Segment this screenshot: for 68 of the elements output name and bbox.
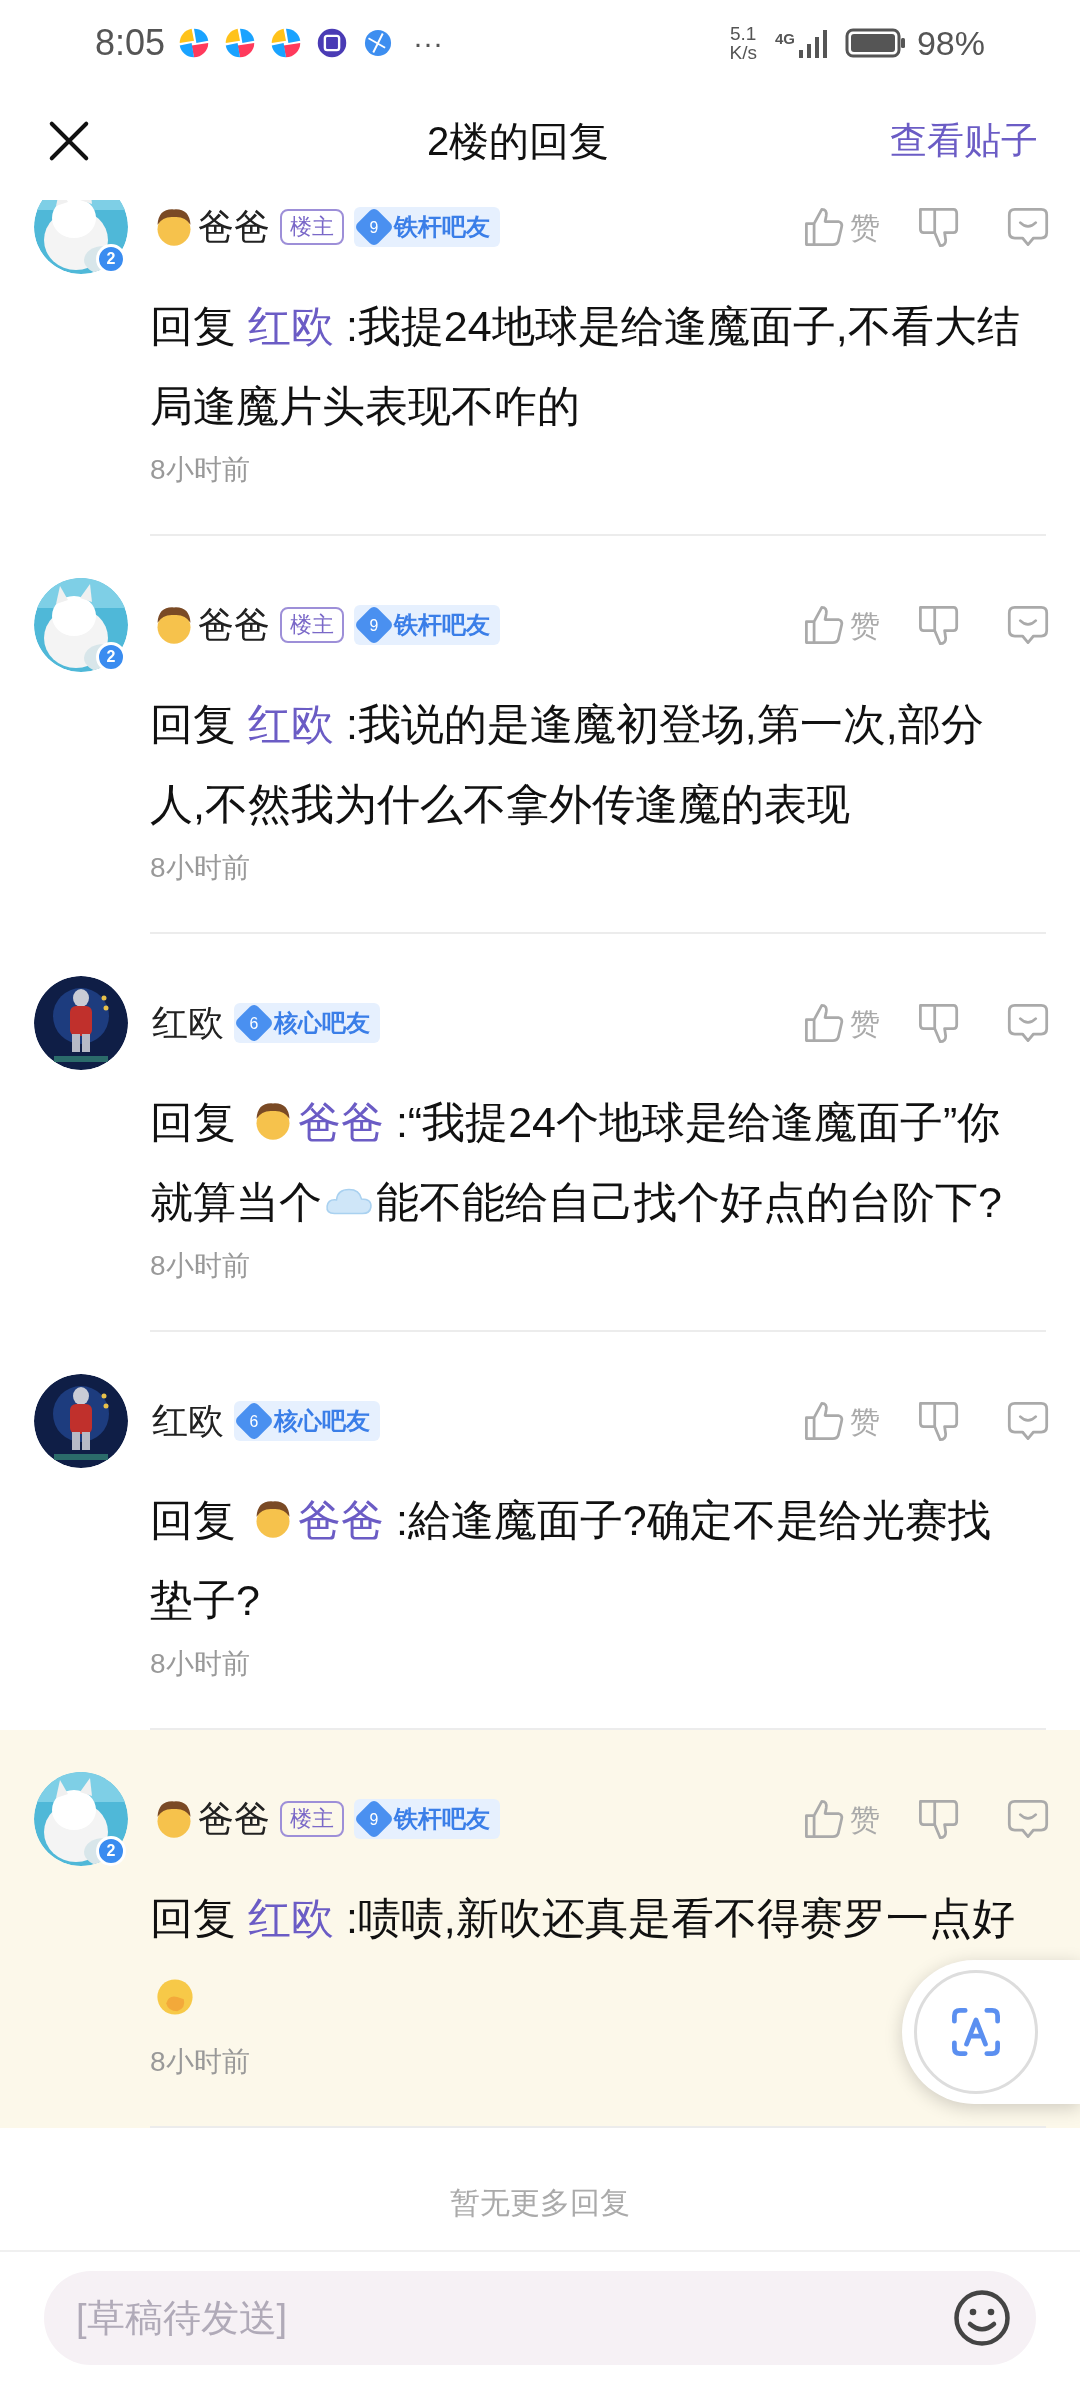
dislike-button[interactable] [916,1399,960,1443]
text-scan-icon [949,2005,1003,2059]
username[interactable]: 红欧 [152,1394,224,1448]
username-link[interactable]: 红欧 [247,1894,334,1942]
thumbs-down-icon [916,1399,960,1443]
dislike-button[interactable] [916,1001,960,1045]
dislike-button[interactable] [916,205,960,249]
timestamp: 8小时前 [150,1249,251,1283]
reply-button[interactable] [1006,1001,1050,1045]
thumbs-down-icon [916,1797,960,1841]
username[interactable]: 爸爸 [198,598,270,652]
comment-icon [1006,603,1050,647]
username-link[interactable]: 爸爸 [297,1496,384,1544]
timestamp: 8小时前 [150,453,251,487]
reply-text: 回复 红欧 :我提24地球是给逢魔面子,不看大结局逢魔片头表现不咋的 [150,301,1021,432]
more-notifications: ··· [413,28,444,58]
reply-text: 回复 红欧 :我说的是逢魔初登场,第一次,部分人,不然我为什么不拿外传逢魔的表现 [150,699,985,830]
end-of-replies-text: 暂无更多回复 [450,2185,630,2221]
username-link[interactable]: 红欧 [247,302,334,350]
reply-button[interactable] [1006,205,1050,249]
comment-icon [1006,1399,1050,1443]
network-speed: 5.1 K/s [729,24,757,62]
network-type: 4G [774,29,795,49]
thumbs-down-icon [916,603,960,647]
username-link[interactable]: 红欧 [247,700,334,748]
op-tag: 楼主 [280,1801,344,1837]
text-recognition-button[interactable] [902,1960,1080,2104]
username[interactable]: 爸爸 [198,1792,270,1846]
level-badge: 9 铁杆吧友 [354,207,500,247]
comment-icon [1006,1797,1050,1841]
clock-time: 8:05 [95,21,166,65]
dislike-button[interactable] [916,603,960,647]
op-tag: 楼主 [280,209,344,245]
thumbs-up-icon [802,603,846,647]
level-badge: 9 铁杆吧友 [354,605,500,645]
reply-button[interactable] [1006,1399,1050,1443]
comment-icon [1006,1001,1050,1045]
username[interactable]: 红欧 [152,996,224,1050]
thumbs-up-icon [802,1399,846,1443]
comment-icon [1006,205,1050,249]
level-badge: 6 核心吧友 [234,1401,380,1441]
thumbs-up-icon [802,1797,846,1841]
thumbs-up-icon [802,205,846,249]
reply-text: 回复 爸爸 :給逢魔面子?确定不是给光赛找垫子? [150,1495,992,1626]
battery-level: 98% [916,22,985,64]
thumbs-down-icon [916,205,960,249]
level-badge: 9 铁杆吧友 [354,1799,500,1839]
reply-button[interactable] [1006,1797,1050,1841]
timestamp: 8小时前 [150,851,251,885]
username-link[interactable]: 爸爸 [297,1098,384,1146]
reply-button[interactable] [1006,603,1050,647]
level-badge: 2 [96,1836,126,1866]
username[interactable]: 爸爸 [198,200,270,254]
emoji-icon[interactable] [952,2288,1012,2348]
level-badge: 2 [96,244,126,274]
dislike-button[interactable] [916,1797,960,1841]
page-title: 2楼的回复 [426,118,610,165]
op-tag: 楼主 [280,607,344,643]
thumbs-down-icon [916,1001,960,1045]
battery-icon [844,27,907,59]
timestamp: 8小时前 [150,2045,251,2079]
view-post-link[interactable]: 查看贴子 [890,113,1038,169]
reply-text: 回复 爸爸 :“我提24个地球是给逢魔面子”你就算当个 能不能给自己找个好点的台阶下? [150,1097,1003,1228]
timestamp: 8小时前 [150,1647,251,1681]
level-badge: 6 核心吧友 [234,1003,380,1043]
thumbs-up-icon [802,1001,846,1045]
level-badge: 2 [96,642,126,672]
reply-input-field[interactable]: [草稿待发送] [44,2271,1036,2365]
